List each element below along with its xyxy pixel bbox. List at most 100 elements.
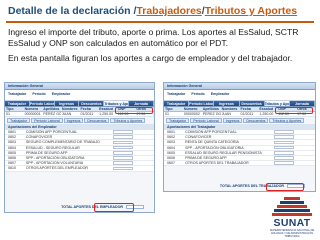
info-label: Trabajador: [167, 92, 186, 96]
row-description: COMISIÓN AFP PORCENTUAL: [185, 130, 237, 134]
amount-input[interactable]: [273, 130, 294, 134]
row-code: 0603: [167, 140, 175, 145]
tab-4[interactable]: Tributos y Aportes: [264, 101, 290, 106]
row-code: 0604: [167, 145, 175, 150]
title-underline: [6, 21, 314, 23]
subtab-4[interactable]: Tributos y Aportes: [110, 118, 146, 123]
row-description: CONAFOVICER: [185, 135, 212, 140]
grid-header-cell: Fecha: [80, 107, 91, 111]
amount-input[interactable]: [273, 140, 294, 145]
grid-cell: JUAN: [221, 112, 232, 116]
sunat-logo: SUNAT SUPERINTENDENCIA NACIONAL DE ADUAN…: [268, 196, 316, 238]
subtab-1[interactable]: Periodo Laboral: [31, 118, 63, 123]
row-amount: [270, 156, 315, 160]
tab-2[interactable]: Ingresos: [214, 101, 240, 106]
row-code: 0803: [8, 140, 16, 145]
row-amount: [270, 145, 315, 150]
amount-input[interactable]: [113, 130, 134, 134]
subtab-1[interactable]: Periodo Laboral: [190, 118, 222, 123]
grid-cell: 01: [165, 112, 169, 116]
amount-input[interactable]: [273, 145, 294, 150]
tab-0[interactable]: Trabajador: [164, 101, 190, 106]
paragraph-intro: Ingreso el importe del tributo, aporte o…: [8, 27, 299, 48]
grid-header-cell: Número: [183, 107, 198, 111]
grid-cell: PEREZ GOMEZ: [43, 112, 61, 116]
subtab-2[interactable]: Ingresos: [63, 118, 84, 123]
tab-1[interactable]: Periodo Laboral: [29, 101, 55, 106]
info-label: Periodo: [191, 92, 205, 96]
row-description: PRIMA DE SEGURO AFP: [25, 150, 68, 155]
subtab-3[interactable]: Descuentos: [243, 118, 269, 123]
row-description: ESSALUD SEGURO REGULAR PENSIONISTA: [185, 150, 262, 155]
subtab-3[interactable]: Descuentos: [84, 118, 110, 123]
tab-5[interactable]: Jornada: [129, 101, 154, 106]
grid-header-cell: Essalud: [99, 107, 113, 111]
row-amount: [270, 140, 315, 145]
amount-input[interactable]: [113, 135, 134, 140]
grid-cell: 00000001: [24, 112, 41, 116]
tab-3[interactable]: Descuentos: [239, 101, 265, 106]
grid-header-cell: Tipo: [165, 107, 173, 111]
info-label: Trabajador: [8, 92, 27, 96]
info-panel: Trabajador Periodo Empleador: [5, 90, 154, 101]
tab-5[interactable]: Jornada: [289, 101, 315, 106]
row-amount: [109, 145, 154, 150]
amount-input[interactable]: [113, 151, 134, 155]
sunat-subtitle: SUPERINTENDENCIA NACIONAL DE ADUANAS Y D…: [269, 229, 315, 238]
row-amount: [109, 156, 154, 160]
amount-input[interactable]: [273, 151, 294, 155]
subtab-0[interactable]: Trabajador: [166, 118, 190, 123]
amount-input[interactable]: [273, 156, 294, 160]
tab-2[interactable]: Ingresos: [54, 101, 80, 106]
grid-header-cell: Tipo: [6, 107, 14, 111]
window-title: Información General: [8, 84, 43, 88]
slide-title: Detalle de la declaración /Trabajadores/…: [8, 5, 312, 21]
row-amount: [270, 135, 315, 140]
amount-input[interactable]: [113, 156, 134, 160]
row-code: 0607: [167, 161, 175, 166]
info-panel: Trabajador Periodo Empleador: [164, 90, 315, 101]
grid-cell: 01: [6, 112, 10, 116]
amount-input[interactable]: [273, 161, 294, 166]
title-main: Detalle de la declaración: [8, 5, 131, 17]
breadcrumb-tributos[interactable]: Tributos y Aportes: [205, 5, 297, 17]
grid-header-cell: Apellidos: [43, 107, 60, 111]
subtab-4[interactable]: Tributos y Aportes: [269, 118, 305, 123]
tab-1[interactable]: Periodo Laboral: [189, 101, 215, 106]
subtab-2[interactable]: Ingresos: [222, 118, 243, 123]
amount-input[interactable]: [113, 140, 134, 145]
grid-cell: 01/2011: [240, 112, 254, 116]
row-description: SEGURO COMPLEMENTARIO DE TRABAJO: [25, 140, 100, 145]
grid-header-cell: Apellidos: [202, 107, 219, 111]
tab-4[interactable]: Tributos y Aportes: [104, 101, 130, 106]
row-description: ESSALUD - SEGURO REGULAR: [25, 145, 80, 150]
window-title: Información General: [167, 84, 202, 88]
row-amount: [109, 166, 154, 171]
breadcrumb-trabajadores[interactable]: Trabajadores: [136, 5, 201, 17]
screenshot-worker: Información General Trabajador Periodo Empl…: [163, 82, 316, 192]
row-amount: [109, 140, 154, 145]
amount-input[interactable]: [273, 135, 294, 140]
highlight-tab-left: [115, 107, 153, 114]
row-description: CONAFOVICER: [25, 135, 53, 140]
amount-input[interactable]: [113, 145, 134, 150]
info-label: Periodo: [32, 92, 46, 96]
subtab-0[interactable]: Trabajador: [7, 118, 31, 123]
sub-tabs: Trabajador Periodo Laboral Ingresos Descuen…: [5, 117, 154, 124]
info-label: Empleador: [51, 92, 71, 96]
row-description: PRIMA DE SEGURO AFP: [185, 155, 227, 160]
row-code: 0804: [8, 145, 16, 150]
row-code: 0801: [8, 130, 16, 134]
sunat-wordmark: SUNAT: [273, 217, 311, 229]
row-description: RENTA DE QUINTA CATEGORÍA: [185, 140, 239, 145]
tab-0[interactable]: Trabajador: [5, 101, 30, 106]
row-code: 0605: [167, 150, 175, 155]
row-code: 0806: [8, 155, 16, 160]
amount-input[interactable]: [113, 166, 134, 171]
row-amount: [109, 151, 154, 155]
tab-3[interactable]: Descuentos: [79, 101, 105, 106]
row-code: 0807: [8, 161, 16, 166]
row-code: 0606: [167, 155, 175, 160]
amount-input[interactable]: [113, 161, 134, 166]
window-title-bar: Información General: [164, 83, 315, 90]
